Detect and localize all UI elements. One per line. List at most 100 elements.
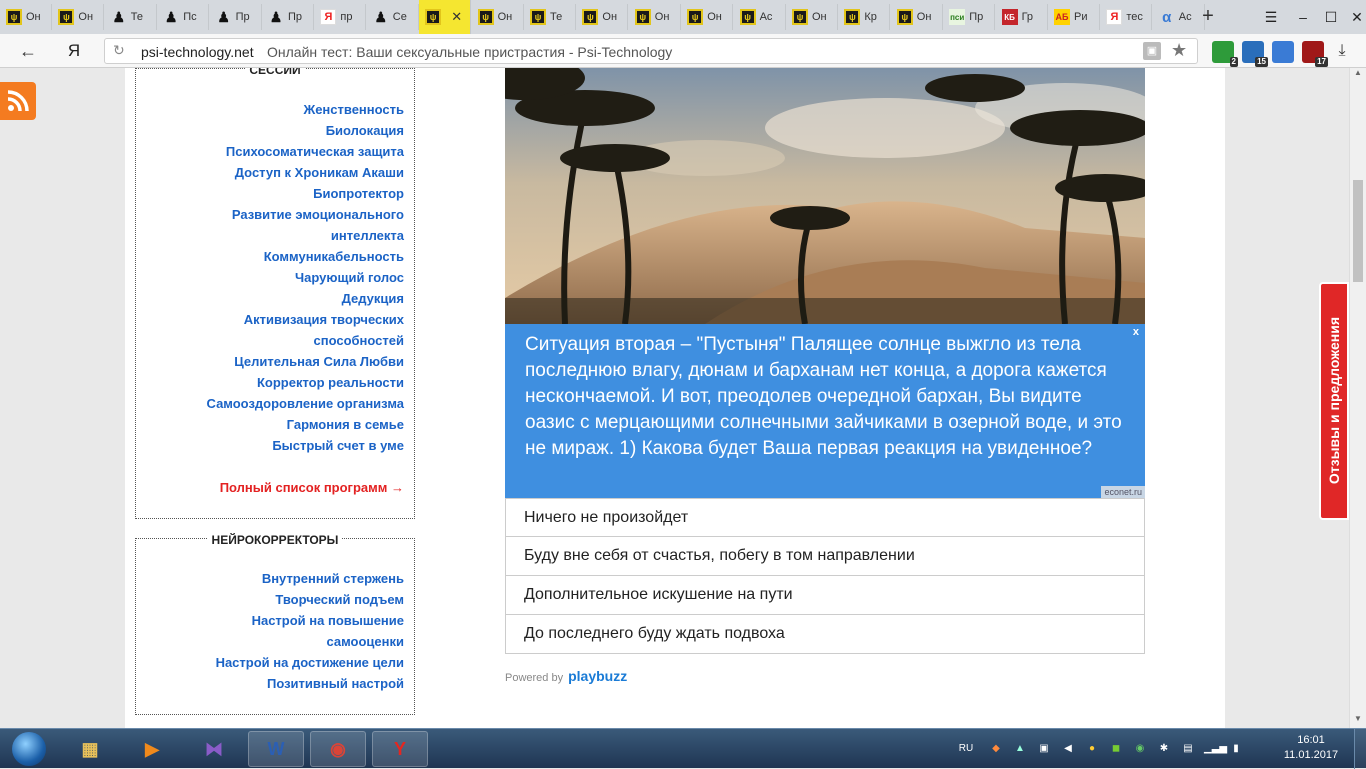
session-link[interactable]: Биопротектор (136, 183, 404, 204)
browser-tab[interactable]: ψ Он (891, 4, 943, 30)
session-link[interactable]: Коммуникабельность (136, 246, 404, 267)
answer-option[interactable]: До последнего буду ждать подвоха (505, 615, 1145, 654)
browser-tab[interactable]: ψ Те (524, 4, 576, 30)
tray-remote-icon[interactable]: ▣ (1036, 741, 1052, 757)
session-link[interactable]: Доступ к Хроникам Акаши (136, 162, 404, 183)
close-window-icon[interactable]: ✕ (1346, 6, 1366, 28)
session-link[interactable]: Дедукция (136, 288, 404, 309)
scroll-up-icon[interactable]: ▲ (1350, 68, 1366, 82)
session-link[interactable]: Развитие эмоционального (136, 204, 404, 225)
clock[interactable]: 16:01 11.01.2017 (1275, 733, 1347, 763)
close-tab-icon[interactable]: ✕ (451, 9, 462, 25)
browser-tab[interactable]: ψ ✕ (419, 0, 472, 34)
session-link[interactable]: Гармония в семье (136, 414, 404, 435)
session-link[interactable]: Корректор реальности (136, 372, 404, 393)
bluetooth-icon[interactable]: ✱ (1156, 741, 1172, 757)
yandex-browser-icon[interactable]: Y (372, 731, 428, 767)
ublock-ext-icon[interactable]: 17 (1302, 41, 1328, 67)
session-link[interactable]: Быстрый счет в уме (136, 435, 404, 456)
neurocorrector-link[interactable]: Творческий подъем (136, 589, 404, 610)
maximize-icon[interactable]: ☐ (1320, 6, 1342, 28)
menu-icon[interactable]: ☰ (1260, 6, 1282, 28)
yandex-logo[interactable]: Я (62, 39, 86, 63)
reload-icon[interactable]: ↻ (113, 42, 125, 59)
browser-tab[interactable]: ψ Он (0, 4, 52, 30)
browser-tab[interactable]: ♟ Пс (157, 4, 210, 30)
browser-tab[interactable]: АБ Ри (1048, 4, 1100, 30)
session-link[interactable]: способностей (136, 330, 405, 351)
explorer-icon[interactable]: ▦ (62, 731, 118, 767)
playbuzz-logo[interactable]: playbuzz (568, 668, 627, 684)
clock-ext-icon[interactable]: 15 (1242, 41, 1268, 67)
session-link[interactable]: Самооздоровление организма (136, 393, 404, 414)
scrollbar-thumb[interactable] (1353, 180, 1363, 282)
battery-icon[interactable]: ▮ (1228, 741, 1244, 757)
new-tab-button[interactable]: + (1196, 4, 1220, 28)
nvidia-icon[interactable]: ◼ (1108, 741, 1124, 757)
device-icon[interactable]: ▤ (1180, 741, 1196, 757)
session-link[interactable]: интеллекта (136, 225, 404, 246)
yandex-icon: Я (320, 9, 337, 25)
browser-tab[interactable]: Япр (314, 4, 367, 30)
browser-tab[interactable]: ♟ Те (105, 4, 157, 30)
browser-tab[interactable]: ψ Ас (734, 4, 786, 30)
feedback-tab[interactable]: Отзывы и предложения (1319, 282, 1349, 520)
sessions-box: СЕССИИ Женственность Биолокация Психосомат… (135, 68, 415, 519)
translate-ext-icon[interactable] (1272, 41, 1294, 63)
language-indicator[interactable]: RU (956, 741, 976, 757)
browser-tab[interactable]: пси Пр (943, 4, 996, 30)
tray-update-icon[interactable]: ▲ (1012, 741, 1028, 757)
url-input[interactable]: ↻ psi-technology.net Онлайн тест: Ваши с… (104, 38, 1198, 64)
tray-app-icon[interactable]: ◆ (988, 741, 1004, 757)
browser-tab[interactable]: ψ Он (629, 4, 681, 30)
answer-option[interactable]: Буду вне себя от счастья, побегу в том н… (505, 537, 1145, 576)
browser-tab[interactable]: ♟ Пр (210, 4, 262, 30)
lock-icon[interactable]: ▣ (1143, 42, 1161, 60)
neurocorrector-link[interactable]: Внутренний стержень (136, 568, 404, 589)
tray-network-status-icon[interactable]: ◉ (1132, 741, 1148, 757)
scrollbar[interactable]: ▲ ▼ (1349, 68, 1366, 728)
bookmark-star-icon[interactable]: ★ (1171, 40, 1187, 61)
neurocorrector-link[interactable]: Позитивный настрой (136, 673, 404, 694)
browser-tab[interactable]: ♟ Се (367, 4, 419, 30)
browser-tab[interactable]: ψ Кр (838, 4, 891, 30)
session-link[interactable]: Психосоматическая защита (136, 141, 404, 162)
session-link[interactable]: Чарующий голос (136, 267, 404, 288)
browser-tab[interactable]: ψ Он (681, 4, 734, 30)
browser-tab[interactable]: ψ Он (52, 4, 105, 30)
chrome-icon[interactable]: ◉ (310, 731, 366, 767)
tray-orange-icon[interactable]: ● (1084, 741, 1100, 757)
browser-tab[interactable]: ψ Он (576, 4, 629, 30)
man-icon: ♟ (164, 8, 178, 25)
visual-studio-icon[interactable]: ⧓ (186, 731, 242, 767)
image-credit[interactable]: econet.ru (1101, 486, 1145, 498)
word-icon[interactable]: W (248, 731, 304, 767)
session-link[interactable]: Биолокация (136, 120, 404, 141)
scroll-down-icon[interactable]: ▼ (1350, 714, 1366, 728)
signal-icon[interactable]: ▁▃▅ (1204, 741, 1227, 757)
full-program-list-link[interactable]: Полный список программ → (136, 477, 404, 498)
neurocorrector-link[interactable]: самооценки (136, 631, 404, 652)
download-icon[interactable]: ⤓ (1330, 39, 1354, 63)
answer-option[interactable]: Ничего не произойдет (505, 498, 1145, 537)
neurocorrector-link[interactable]: Настрой на достижение цели (136, 652, 404, 673)
browser-tab[interactable]: ψ Он (786, 4, 838, 30)
start-button[interactable] (4, 731, 54, 767)
media-player-icon[interactable]: ▶ (124, 731, 180, 767)
answer-option[interactable]: Дополнительное искушение на пути (505, 576, 1145, 615)
show-desktop-button[interactable] (1354, 729, 1366, 769)
close-button[interactable]: x (1133, 326, 1139, 338)
session-link[interactable]: Женственность (136, 99, 404, 120)
neurocorrector-link[interactable]: Настрой на повышение (136, 610, 404, 631)
shield-ext-icon[interactable]: 2 (1212, 41, 1238, 67)
browser-tab[interactable]: Ятес (1100, 4, 1153, 30)
minimize-icon[interactable]: – (1292, 6, 1314, 28)
session-link[interactable]: Активизация творческих (136, 309, 404, 330)
browser-tab[interactable]: ♟ Пр (262, 4, 314, 30)
browser-tab[interactable]: ψ Он (472, 4, 524, 30)
volume-icon[interactable]: ◀ (1060, 741, 1076, 757)
back-icon[interactable]: ← (16, 39, 40, 63)
rss-icon[interactable] (0, 82, 36, 120)
session-link[interactable]: Целительная Сила Любви (136, 351, 404, 372)
browser-tab[interactable]: КБ Гр (996, 4, 1048, 30)
